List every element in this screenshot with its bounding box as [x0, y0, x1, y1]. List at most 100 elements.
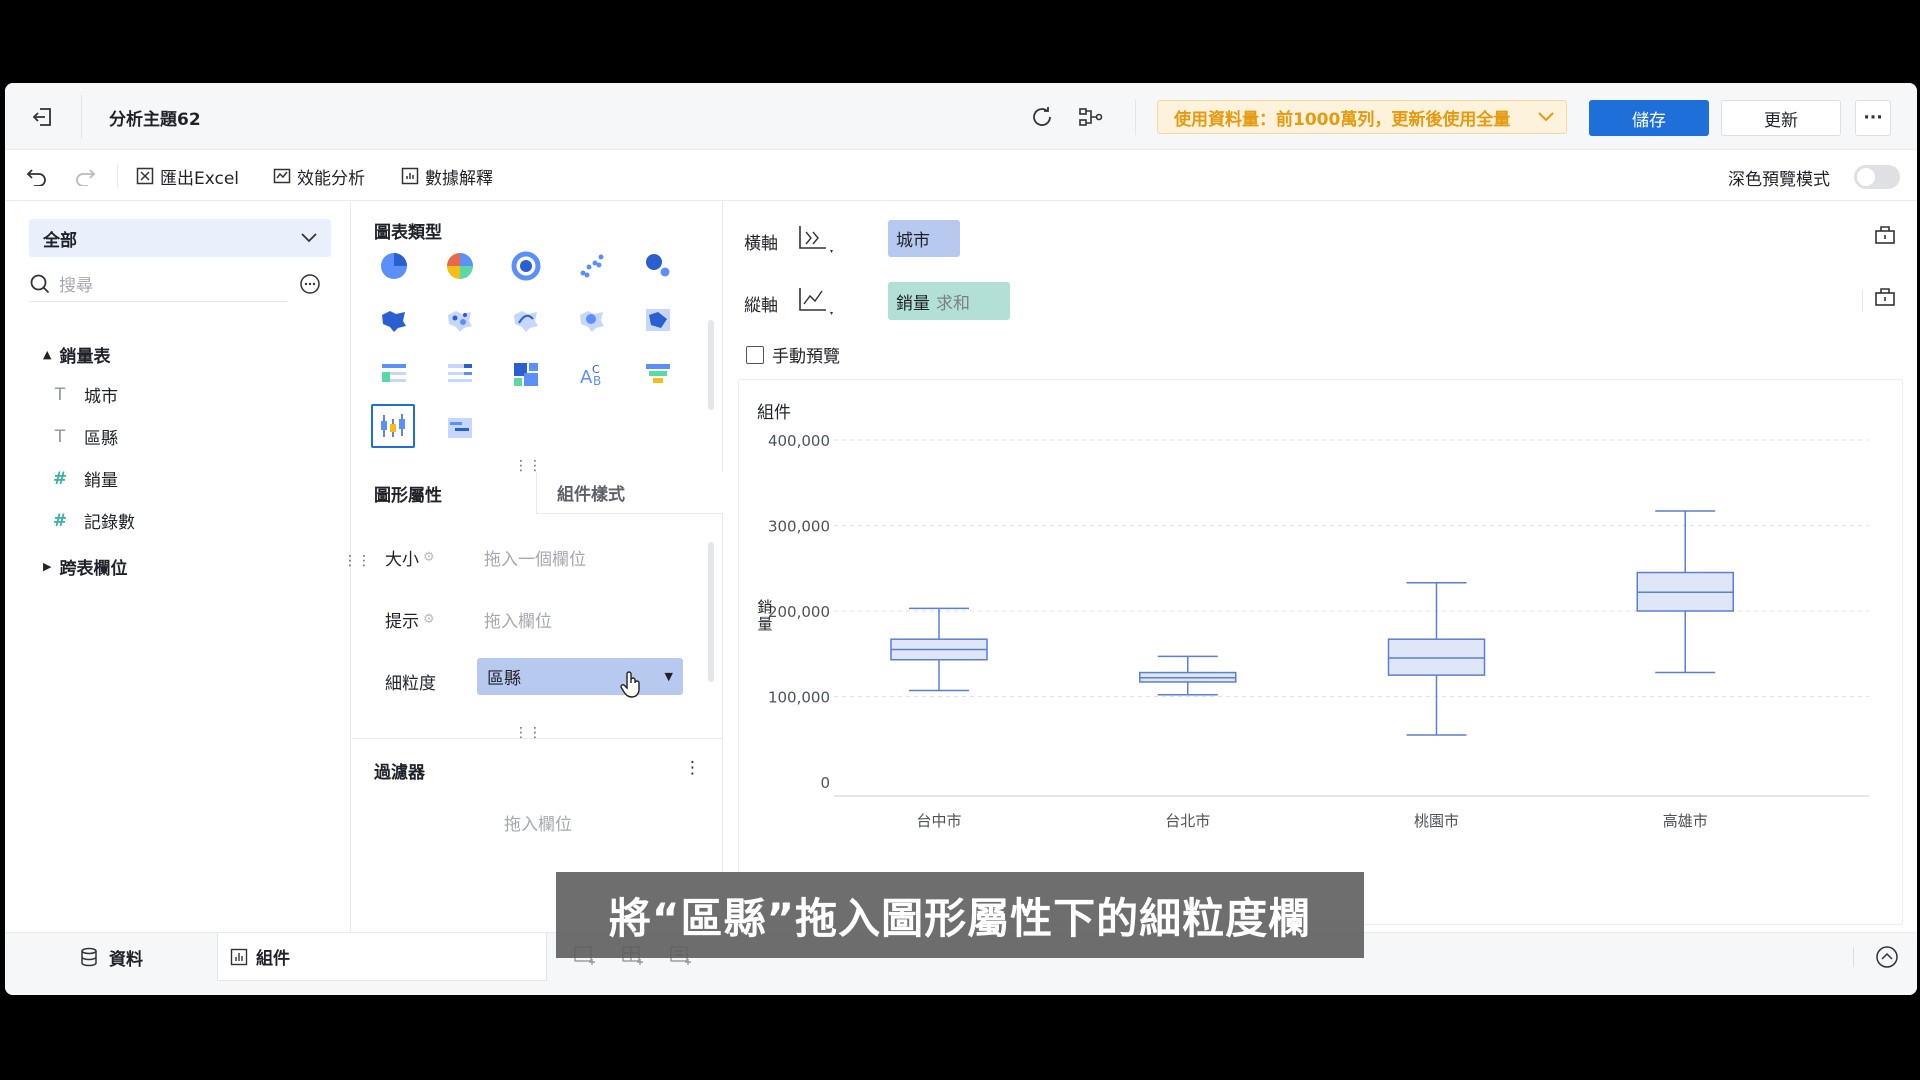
- x-tick-label: 桃園市: [1414, 812, 1459, 830]
- text-type-icon: T: [54, 384, 66, 405]
- point-map-icon[interactable]: [440, 300, 480, 340]
- area-map-icon[interactable]: [638, 300, 678, 340]
- explain-icon: [401, 167, 419, 185]
- scatter-chart-icon[interactable]: [572, 246, 612, 286]
- tab-component-style[interactable]: 組件樣式: [536, 472, 723, 514]
- x-axis-field-pill[interactable]: 城市: [888, 220, 960, 257]
- filter-drop-zone[interactable]: 拖入欄位: [504, 810, 572, 835]
- config-panel: 圖表類型 ACB ⋮⋮ 圖形屬性 組件樣式 大小 ⚙ 拖入一個欄位 提示 ⚙ 拖…: [352, 202, 723, 932]
- donut-chart-icon[interactable]: [506, 246, 546, 286]
- tooltip-drop-zone[interactable]: 拖入欄位: [484, 607, 552, 632]
- lineage-icon[interactable]: [1077, 104, 1105, 130]
- save-button[interactable]: 儲存: [1589, 100, 1709, 136]
- chevron-down-icon: [1538, 112, 1554, 122]
- performance-analysis-button[interactable]: 效能分析: [273, 151, 365, 201]
- heat-map-icon[interactable]: [572, 300, 612, 340]
- y-axis-title: 銷: [757, 598, 772, 616]
- filter-title: 過濾器: [374, 763, 425, 783]
- video-subtitle: 將“區縣”拖入圖形屬性下的細粒度欄: [556, 872, 1364, 958]
- field-name: 區縣: [84, 429, 118, 449]
- cross-table-label: 跨表欄位: [59, 559, 128, 579]
- boxplot-chart-icon[interactable]: [371, 404, 415, 448]
- gantt-chart-icon[interactable]: [440, 408, 480, 448]
- table-node[interactable]: ▲ 銷量表: [43, 342, 110, 367]
- search-icon: [29, 273, 51, 295]
- number-type-icon: #: [52, 510, 68, 531]
- field-item[interactable]: T 區縣: [50, 424, 118, 450]
- search-box[interactable]: 搜尋: [29, 266, 287, 302]
- word-cloud-icon[interactable]: ACB: [572, 354, 612, 394]
- x-tick-label: 台北市: [1165, 812, 1210, 830]
- tab-data-label: 資料: [109, 949, 143, 970]
- excel-icon: [136, 167, 154, 185]
- more-button[interactable]: ···: [1855, 100, 1891, 136]
- lock-icon[interactable]: [1874, 285, 1896, 307]
- search-input[interactable]: 搜尋: [59, 271, 93, 296]
- multi-pie-icon[interactable]: [440, 246, 480, 286]
- text-table-icon[interactable]: [374, 354, 414, 394]
- scrollbar[interactable]: [708, 542, 714, 682]
- caret-down-icon: ▲: [43, 348, 52, 361]
- app-window: 分析主題62 使用資料量：前1000萬列，更新後使用全量 儲存 更新 ··· 匯: [5, 83, 1917, 995]
- divider: [117, 165, 118, 187]
- x-axis-field-name: 城市: [896, 231, 930, 251]
- toolbar: 匯出Excel 效能分析 數據解釋 深色預覽模式: [5, 151, 1917, 201]
- flow-map-icon[interactable]: [506, 300, 546, 340]
- collapse-up-icon[interactable]: [1875, 945, 1899, 969]
- settings-icon[interactable]: ⚙: [423, 612, 435, 627]
- number-type-icon: #: [52, 468, 68, 489]
- field-item[interactable]: # 銷量: [50, 466, 118, 492]
- tab-component[interactable]: 組件: [217, 933, 547, 981]
- update-button[interactable]: 更新: [1721, 100, 1841, 136]
- manual-preview-checkbox[interactable]: 手動預覽: [746, 342, 840, 367]
- chart-card: 組件 0 100,000 200,000 300,000 400,000 銷量台中市 台北市…: [738, 379, 1903, 925]
- data-explain-button[interactable]: 數據解釋: [401, 151, 493, 201]
- scrollbar[interactable]: [708, 320, 714, 410]
- more-options-icon[interactable]: [298, 272, 322, 296]
- undo-icon[interactable]: [25, 164, 49, 188]
- resize-handle[interactable]: ⋮⋮: [343, 554, 371, 581]
- funnel-chart-icon[interactable]: [638, 354, 678, 394]
- size-drop-zone[interactable]: 拖入一個欄位: [484, 545, 586, 570]
- cross-table-icon[interactable]: [440, 354, 480, 394]
- explain-label: 數據解釋: [425, 168, 493, 189]
- chevron-down-icon: [301, 233, 317, 243]
- pie-chart-icon[interactable]: [374, 246, 414, 286]
- text-type-icon: T: [54, 426, 66, 447]
- settings-icon[interactable]: ⚙: [423, 550, 435, 565]
- granularity-field-pill[interactable]: 區縣 ▼: [477, 658, 683, 695]
- redo-icon[interactable]: [73, 164, 97, 188]
- treemap-icon[interactable]: [506, 354, 546, 394]
- checkbox[interactable]: [746, 345, 764, 364]
- caret-right-icon: ▶: [43, 560, 52, 573]
- x-axis-icon[interactable]: [796, 222, 836, 256]
- cross-table-node[interactable]: ▶ 跨表欄位: [43, 554, 127, 579]
- tooltip-label: 提示 ⚙: [385, 607, 435, 632]
- y-tick-label: 400,000: [768, 432, 830, 450]
- y-axis-field-pill[interactable]: 銷量 求和: [888, 282, 1010, 320]
- granularity-label: 細粒度: [385, 674, 436, 694]
- filled-map-icon[interactable]: [374, 300, 414, 340]
- field-item[interactable]: # 記錄數: [50, 508, 135, 534]
- bubble-chart-icon[interactable]: [638, 246, 678, 286]
- dark-preview-label: 深色預覽模式: [1728, 170, 1830, 190]
- chart-panel: 橫軸 城市 縱軸 銷量 求和 手動預覽 組件 0 100,000 200,000…: [724, 202, 1917, 932]
- filter-more-icon[interactable]: ⋮: [684, 758, 701, 778]
- field-item[interactable]: T 城市: [50, 382, 118, 408]
- tooltip-label-text: 提示: [385, 612, 419, 632]
- dark-preview-toggle[interactable]: [1854, 165, 1900, 189]
- refresh-icon[interactable]: [1029, 104, 1055, 130]
- performance-label: 效能分析: [297, 168, 365, 189]
- y-tick-label: 100,000: [768, 689, 830, 707]
- caret-down-icon[interactable]: ▼: [665, 670, 673, 683]
- quota-notice[interactable]: 使用資料量：前1000萬列，更新後使用全量: [1157, 100, 1567, 134]
- exit-icon[interactable]: [29, 103, 57, 131]
- tab-graphic-properties[interactable]: 圖形屬性: [352, 472, 536, 514]
- y-axis-icon[interactable]: [796, 284, 836, 318]
- y-axis-aggregation: 求和: [936, 293, 970, 314]
- tab-data[interactable]: 資料: [5, 933, 217, 981]
- export-excel-button[interactable]: 匯出Excel: [136, 151, 239, 201]
- scope-select[interactable]: 全部: [29, 219, 331, 257]
- lock-icon[interactable]: [1874, 223, 1896, 245]
- bar-chart-icon: [230, 948, 248, 966]
